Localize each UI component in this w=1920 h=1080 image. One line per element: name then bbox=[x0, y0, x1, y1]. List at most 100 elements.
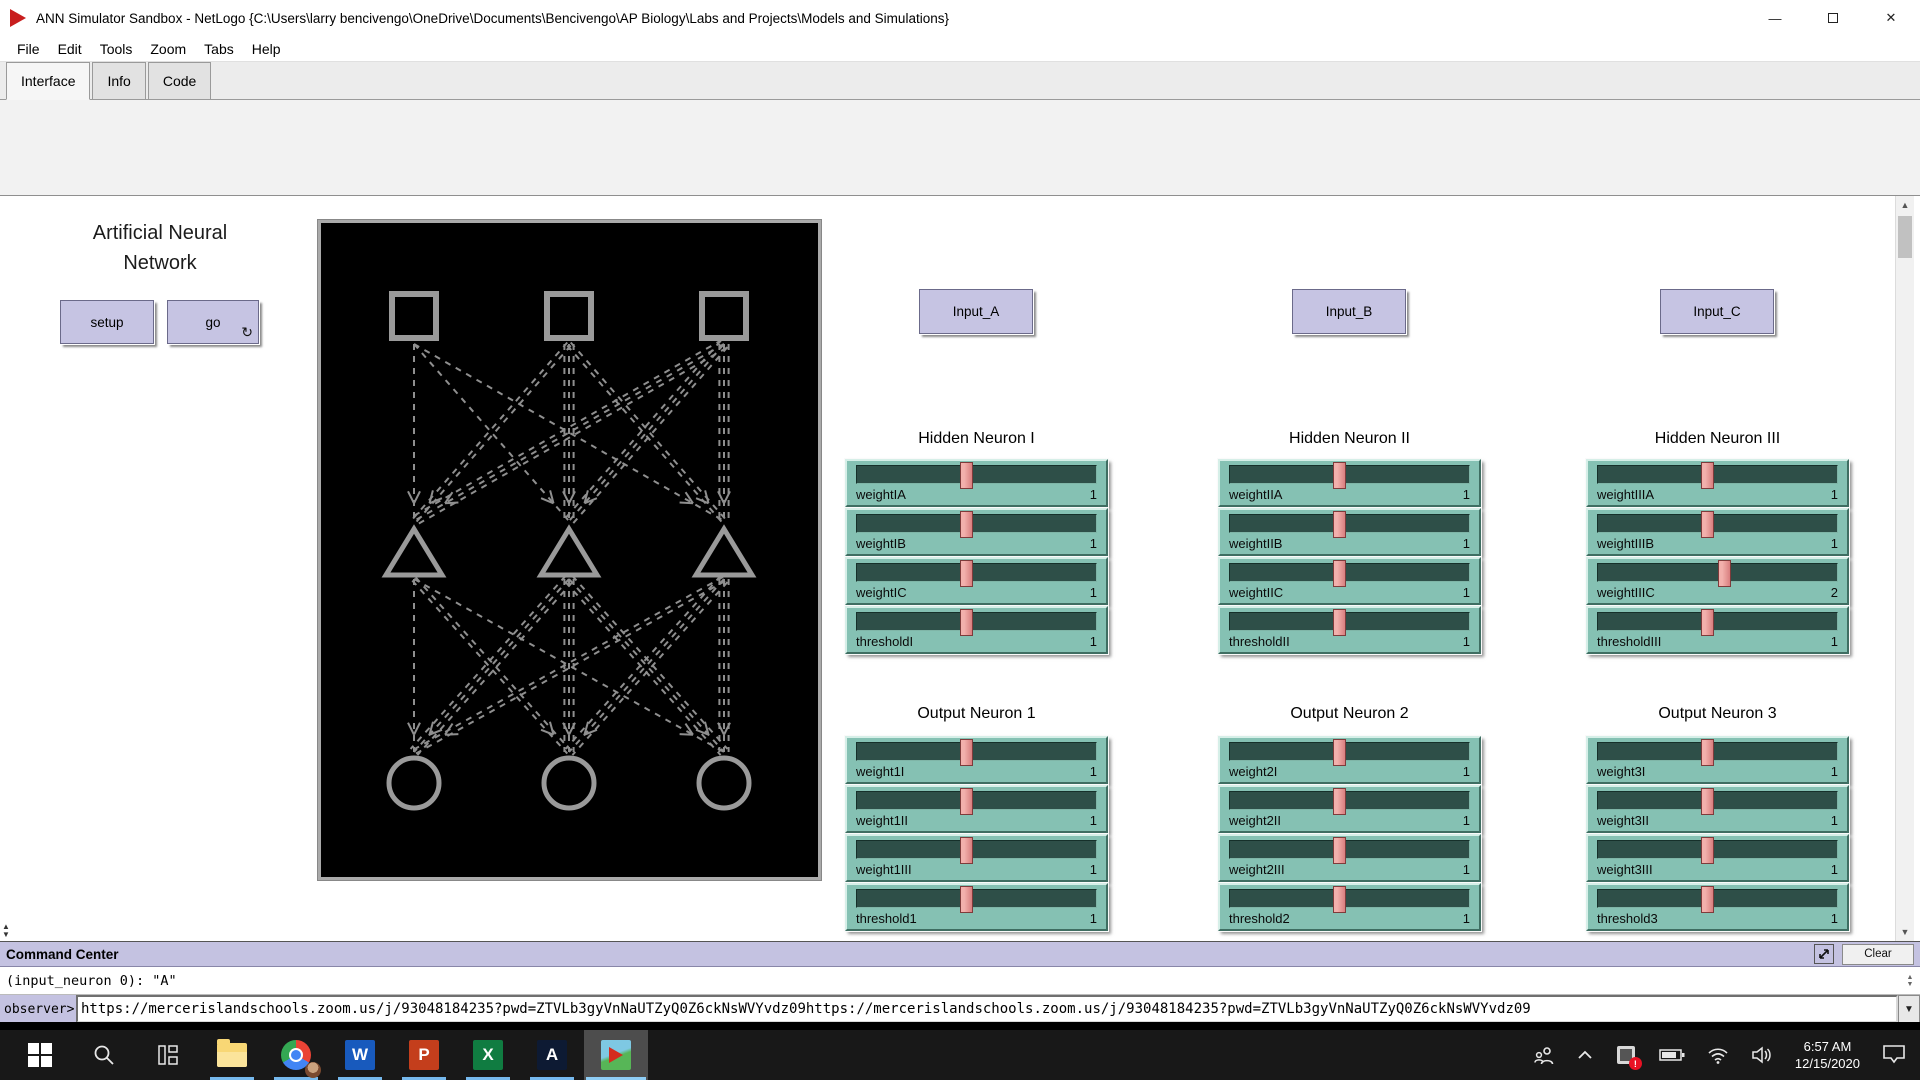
volume-icon[interactable] bbox=[1751, 1046, 1773, 1064]
clear-button[interactable]: Clear bbox=[1842, 944, 1914, 965]
slider-track[interactable] bbox=[1229, 465, 1470, 484]
taskbar-search-icon[interactable] bbox=[72, 1030, 136, 1080]
slider-track[interactable] bbox=[1597, 791, 1838, 810]
menu-item-file[interactable]: File bbox=[8, 36, 49, 62]
slider-handle[interactable] bbox=[1701, 788, 1714, 815]
slider-thresholdIII[interactable]: thresholdIII 1 bbox=[1586, 606, 1849, 654]
slider-weight1I[interactable]: weight1I 1 bbox=[845, 736, 1108, 784]
slider-track[interactable] bbox=[856, 889, 1097, 908]
taskbar-clock[interactable]: 6:57 AM 12/15/2020 bbox=[1795, 1038, 1860, 1072]
slider-weightIA[interactable]: weightIA 1 bbox=[845, 459, 1108, 507]
restore-button[interactable] bbox=[1804, 0, 1862, 36]
slider-handle[interactable] bbox=[1701, 609, 1714, 636]
slider-track[interactable] bbox=[1597, 612, 1838, 631]
slider-track[interactable] bbox=[856, 840, 1097, 859]
slider-track[interactable] bbox=[1229, 514, 1470, 533]
slider-handle[interactable] bbox=[960, 511, 973, 538]
slider-track[interactable] bbox=[1229, 742, 1470, 761]
slider-thresholdI[interactable]: thresholdI 1 bbox=[845, 606, 1108, 654]
slider-handle[interactable] bbox=[1333, 837, 1346, 864]
action-center-icon[interactable] bbox=[1882, 1044, 1906, 1066]
tab-info[interactable]: Info bbox=[92, 62, 145, 99]
slider-weight2III[interactable]: weight2III 1 bbox=[1218, 834, 1481, 882]
menu-item-tools[interactable]: Tools bbox=[91, 36, 142, 62]
slider-weightIB[interactable]: weightIB 1 bbox=[845, 508, 1108, 556]
slider-track[interactable] bbox=[1597, 840, 1838, 859]
slider-handle[interactable] bbox=[1701, 511, 1714, 538]
slider-track[interactable] bbox=[1597, 889, 1838, 908]
horizontal-scroll-arrows[interactable]: ▲▼ bbox=[2, 923, 10, 939]
slider-weight2II[interactable]: weight2II 1 bbox=[1218, 785, 1481, 833]
menu-item-edit[interactable]: Edit bbox=[49, 36, 91, 62]
tray-chevron-up-icon[interactable] bbox=[1577, 1050, 1593, 1060]
slider-handle[interactable] bbox=[1333, 609, 1346, 636]
slider-weightIC[interactable]: weightIC 1 bbox=[845, 557, 1108, 605]
tab-code[interactable]: Code bbox=[148, 62, 211, 99]
taskbar-powerpoint-icon[interactable]: P bbox=[392, 1030, 456, 1080]
slider-track[interactable] bbox=[1229, 889, 1470, 908]
slider-weight1III[interactable]: weight1III 1 bbox=[845, 834, 1108, 882]
slider-weightIIC[interactable]: weightIIC 1 bbox=[1218, 557, 1481, 605]
taskbar-word-icon[interactable]: W bbox=[328, 1030, 392, 1080]
slider-handle[interactable] bbox=[1333, 511, 1346, 538]
slider-handle[interactable] bbox=[1701, 739, 1714, 766]
slider-track[interactable] bbox=[1597, 465, 1838, 484]
slider-handle[interactable] bbox=[1701, 837, 1714, 864]
battery-icon[interactable] bbox=[1659, 1048, 1685, 1062]
scroll-down-icon[interactable]: ▼ bbox=[1896, 923, 1914, 941]
close-button[interactable]: ✕ bbox=[1862, 0, 1920, 36]
slider-weightIIIA[interactable]: weightIIIA 1 bbox=[1586, 459, 1849, 507]
slider-thresholdII[interactable]: thresholdII 1 bbox=[1218, 606, 1481, 654]
slider-handle[interactable] bbox=[960, 560, 973, 587]
slider-track[interactable] bbox=[1229, 791, 1470, 810]
slider-handle[interactable] bbox=[960, 837, 973, 864]
slider-weight3II[interactable]: weight3II 1 bbox=[1586, 785, 1849, 833]
wifi-icon[interactable] bbox=[1707, 1047, 1729, 1064]
menu-item-tabs[interactable]: Tabs bbox=[195, 36, 243, 62]
slider-track[interactable] bbox=[856, 742, 1097, 761]
slider-weightIIIB[interactable]: weightIIIB 1 bbox=[1586, 508, 1849, 556]
slider-track[interactable] bbox=[856, 514, 1097, 533]
input-button-input_a[interactable]: Input_A bbox=[919, 289, 1033, 334]
slider-weight3III[interactable]: weight3III 1 bbox=[1586, 834, 1849, 882]
slider-weight2I[interactable]: weight2I 1 bbox=[1218, 736, 1481, 784]
taskbar-acrobat-icon[interactable]: A bbox=[520, 1030, 584, 1080]
slider-handle[interactable] bbox=[1333, 886, 1346, 913]
slider-track[interactable] bbox=[856, 612, 1097, 631]
slider-threshold3[interactable]: threshold3 1 bbox=[1586, 883, 1849, 931]
slider-weight1II[interactable]: weight1II 1 bbox=[845, 785, 1108, 833]
setup-button[interactable]: setup bbox=[60, 300, 154, 344]
slider-threshold1[interactable]: threshold1 1 bbox=[845, 883, 1108, 931]
slider-handle[interactable] bbox=[960, 739, 973, 766]
taskbar-netlogo-icon[interactable] bbox=[584, 1030, 648, 1080]
slider-weight3I[interactable]: weight3I 1 bbox=[1586, 736, 1849, 784]
history-dropdown-icon[interactable]: ▼ bbox=[1898, 995, 1920, 1023]
slider-handle[interactable] bbox=[1333, 560, 1346, 587]
slider-handle[interactable] bbox=[1701, 886, 1714, 913]
slider-handle[interactable] bbox=[960, 609, 973, 636]
scroll-up-icon[interactable]: ▲ bbox=[1896, 196, 1914, 214]
slider-threshold2[interactable]: threshold2 1 bbox=[1218, 883, 1481, 931]
slider-weightIIB[interactable]: weightIIB 1 bbox=[1218, 508, 1481, 556]
taskbar-task-view-icon[interactable] bbox=[136, 1030, 200, 1080]
slider-weightIIIC[interactable]: weightIIIC 2 bbox=[1586, 557, 1849, 605]
input-button-input_c[interactable]: Input_C bbox=[1660, 289, 1774, 334]
vertical-scrollbar[interactable]: ▲ ▼ bbox=[1895, 196, 1914, 941]
slider-handle[interactable] bbox=[960, 788, 973, 815]
scroll-thumb[interactable] bbox=[1898, 216, 1912, 258]
world-view[interactable] bbox=[318, 220, 821, 880]
slider-track[interactable] bbox=[1229, 563, 1470, 582]
slider-weightIIA[interactable]: weightIIA 1 bbox=[1218, 459, 1481, 507]
command-output-area[interactable]: (input_neuron 0): "A" ▲▼ bbox=[0, 967, 1920, 995]
slider-track[interactable] bbox=[1597, 742, 1838, 761]
command-input[interactable]: https://mercerislandschools.zoom.us/j/93… bbox=[76, 995, 1898, 1023]
slider-track[interactable] bbox=[856, 563, 1097, 582]
slider-track[interactable] bbox=[856, 791, 1097, 810]
input-button-input_b[interactable]: Input_B bbox=[1292, 289, 1406, 334]
minimize-button[interactable]: — bbox=[1746, 0, 1804, 36]
slider-handle[interactable] bbox=[960, 462, 973, 489]
people-icon[interactable] bbox=[1533, 1045, 1555, 1065]
tab-interface[interactable]: Interface bbox=[6, 62, 90, 100]
slider-handle[interactable] bbox=[1333, 462, 1346, 489]
slider-handle[interactable] bbox=[960, 886, 973, 913]
